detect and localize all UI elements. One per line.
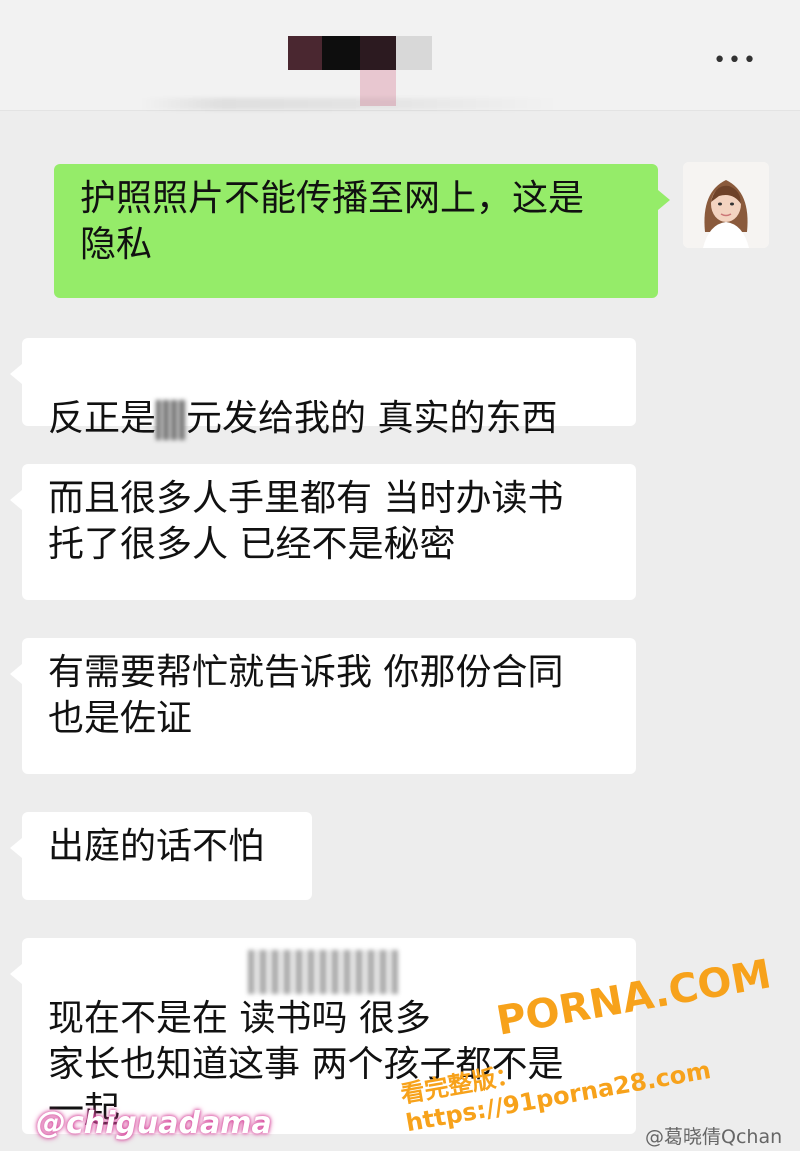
message-text-end: 元发给我的 真实的东西	[186, 398, 558, 439]
message-bubble-incoming[interactable]: 反正是 元发给我的 真实的东西	[10, 338, 636, 440]
redacted-school-name	[248, 950, 398, 994]
message-bubble-incoming[interactable]: 而且很多人手里都有 当时办读书 托了很多人 已经不是秘密	[10, 464, 636, 600]
user-avatar[interactable]	[683, 162, 769, 248]
avatar-portrait-icon	[683, 162, 769, 248]
blurred-subtitle	[140, 98, 560, 110]
message-text-start: 反正是	[48, 398, 157, 439]
message-bubble-incoming[interactable]: 有需要帮忙就告诉我 你那份合同 也是佐证	[10, 638, 636, 774]
message-bubble-outgoing[interactable]: 护照照片不能传播至网上，这是 隐私	[54, 164, 670, 298]
chat-header: •••	[0, 0, 800, 111]
message-bubble-incoming[interactable]: 出庭的话不怕	[10, 812, 312, 900]
watermark-handle: @chiguadama	[36, 1106, 272, 1141]
contact-name-pixelated	[288, 36, 432, 70]
weibo-watermark: @葛晓倩Qchan	[645, 1126, 783, 1148]
more-options-button[interactable]: •••	[713, 48, 758, 73]
redacted-amount	[156, 400, 187, 440]
